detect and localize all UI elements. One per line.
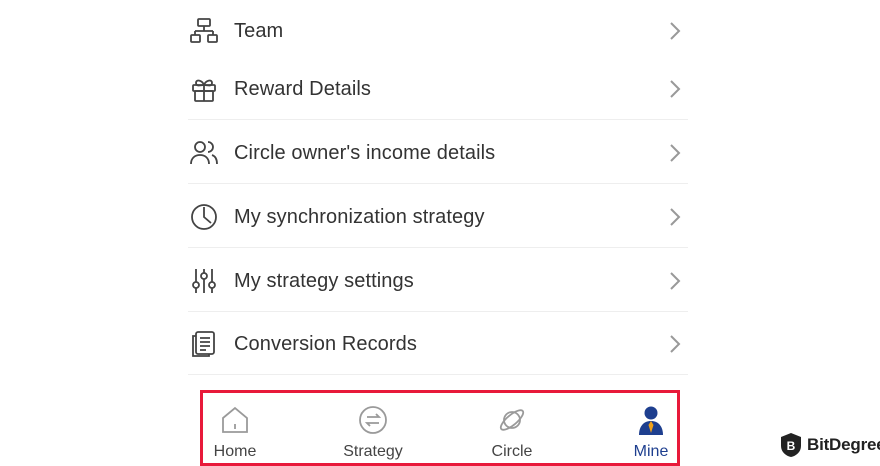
menu-item-reward-details[interactable]: Reward Details xyxy=(188,58,688,120)
menu-item-label: Circle owner's income details xyxy=(234,141,496,164)
user-avatar-icon xyxy=(634,403,668,436)
sliders-icon xyxy=(188,265,220,297)
swap-arrows-icon xyxy=(356,403,390,436)
watermark-text: BitDegree xyxy=(807,435,880,454)
chevron-right-icon xyxy=(670,144,681,162)
chevron-right-icon xyxy=(670,335,681,353)
tab-label: Strategy xyxy=(343,443,403,460)
tab-home[interactable]: Home xyxy=(185,393,285,461)
tab-strategy[interactable]: Strategy xyxy=(323,393,423,461)
bitdegree-logo-icon: B xyxy=(781,433,801,457)
team-hierarchy-icon xyxy=(188,15,220,47)
chevron-right-icon xyxy=(670,272,681,290)
menu-item-label: My synchronization strategy xyxy=(234,205,485,228)
menu-item-label: Reward Details xyxy=(234,77,372,100)
tab-label: Mine xyxy=(633,443,669,460)
gift-icon xyxy=(188,73,220,105)
users-icon xyxy=(188,137,220,169)
chevron-right-icon xyxy=(670,80,681,98)
menu-item-conversion-records[interactable]: Conversion Records xyxy=(188,313,688,375)
menu-item-team[interactable]: Team xyxy=(188,0,688,62)
menu-item-label: Conversion Records xyxy=(234,332,417,355)
menu-item-circle-owner-income[interactable]: Circle owner's income details xyxy=(188,122,688,184)
menu-item-label: Team xyxy=(234,19,284,42)
tab-circle[interactable]: Circle xyxy=(462,393,562,461)
document-list-icon xyxy=(188,328,220,360)
chevron-right-icon xyxy=(670,208,681,226)
chevron-right-icon xyxy=(670,22,681,40)
home-icon xyxy=(218,403,252,436)
tab-mine[interactable]: Mine xyxy=(601,393,701,461)
bottom-tab-bar: Home Strategy Circle Mine xyxy=(205,393,675,461)
menu-item-strategy-settings[interactable]: My strategy settings xyxy=(188,250,688,312)
svg-text:B: B xyxy=(787,439,796,453)
tab-label: Circle xyxy=(491,443,533,460)
pie-clock-icon xyxy=(188,201,220,233)
menu-item-label: My strategy settings xyxy=(234,269,414,292)
menu-item-sync-strategy[interactable]: My synchronization strategy xyxy=(188,186,688,248)
tab-label: Home xyxy=(213,443,257,460)
planet-icon xyxy=(495,403,529,436)
bitdegree-watermark: B BitDegree xyxy=(780,431,880,459)
